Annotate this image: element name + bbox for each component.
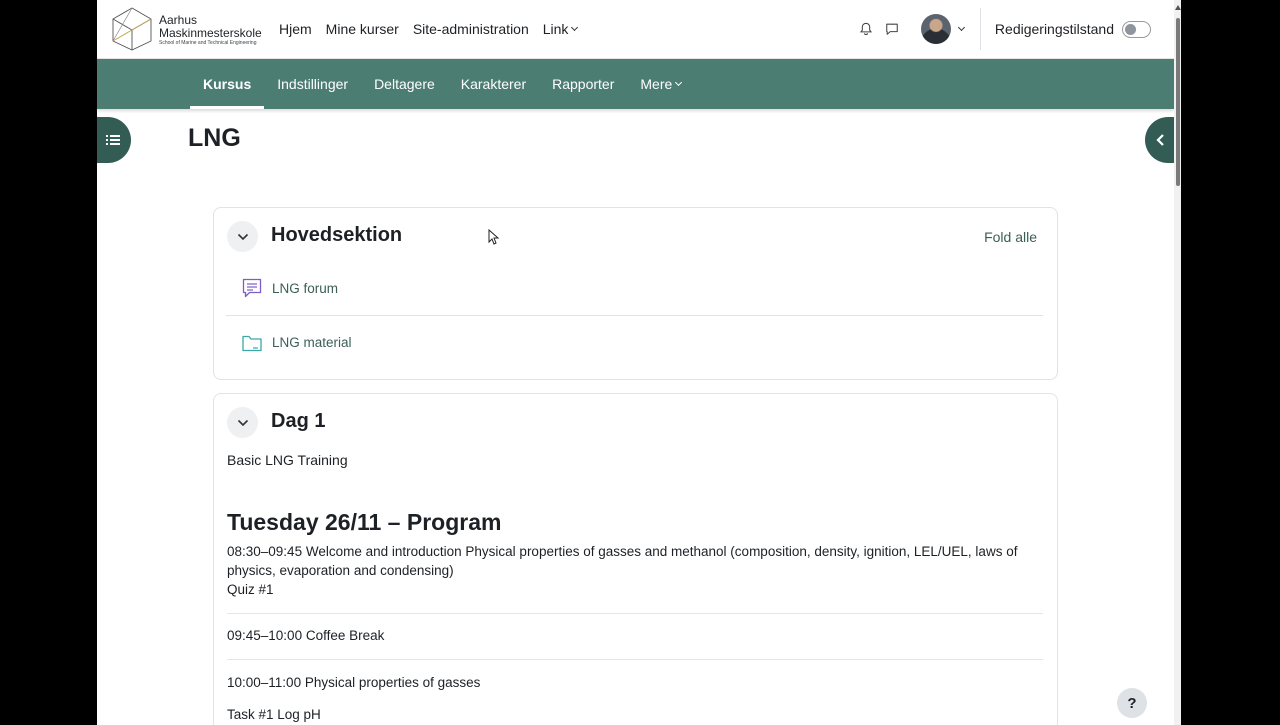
help-button[interactable]: ? — [1117, 688, 1147, 718]
section-collapse-button[interactable] — [227, 407, 258, 438]
activity-link[interactable]: LNG forum — [272, 281, 338, 296]
tab-mere-label: Mere — [640, 76, 673, 92]
section-title: Hovedsektion — [271, 224, 403, 246]
edit-mode-toggle[interactable] — [1122, 20, 1151, 38]
user-menu-chevron-icon[interactable] — [957, 23, 965, 31]
tab-indstillinger[interactable]: Indstillinger — [264, 59, 361, 109]
chevron-down-icon — [675, 78, 683, 86]
tab-kursus[interactable]: Kursus — [190, 59, 265, 109]
nav-link-dropdown[interactable]: Link — [542, 21, 579, 37]
list-icon — [106, 135, 120, 145]
bell-icon — [859, 22, 872, 36]
chevron-down-icon — [571, 23, 579, 31]
top-navbar: Aarhus Maskinmesterskole School of Marin… — [97, 0, 1174, 59]
section-summary: Basic LNG Training — [227, 452, 348, 468]
folder-icon — [240, 331, 264, 355]
logo-line3: School of Marine and Technical Engineeri… — [159, 40, 257, 46]
scrollbar-thumb[interactable] — [1176, 18, 1180, 186]
tab-deltagere[interactable]: Deltagere — [361, 59, 448, 109]
avatar[interactable] — [920, 14, 951, 44]
program-item-sub: Task #1 Log pH — [227, 707, 321, 722]
messages-button[interactable] — [879, 16, 905, 42]
logo-line2: Maskinmesterskole — [159, 26, 262, 40]
course-index-drawer-button[interactable] — [97, 117, 131, 163]
nav-mine-kurser[interactable]: Mine kurser — [326, 21, 399, 37]
user-area: Redigeringstilstand — [853, 0, 1174, 58]
program-item-text: 08:30–09:45 Welcome and introduction Phy… — [227, 544, 1018, 578]
course-section: Hovedsektion Fold alle LNG forum LNG mat… — [213, 207, 1058, 380]
chevron-left-icon — [1156, 134, 1164, 146]
edit-mode-label: Redigeringstilstand — [994, 21, 1114, 37]
program-title: Tuesday 26/11 – Program — [227, 509, 502, 535]
tab-rapporter[interactable]: Rapporter — [539, 59, 627, 109]
program-item: 09:45–10:00 Coffee Break — [227, 628, 385, 643]
divider — [227, 659, 1043, 660]
section-title: Dag 1 — [271, 410, 326, 432]
course-secondary-nav: Kursus Indstillinger Deltagere Karaktere… — [97, 59, 1174, 109]
logo-cube-icon — [112, 7, 152, 51]
forum-icon — [240, 276, 264, 300]
nav-site-administration[interactable]: Site-administration — [413, 21, 529, 37]
activity-link[interactable]: LNG material — [272, 335, 352, 350]
notifications-button[interactable] — [853, 16, 879, 42]
divider — [227, 613, 1043, 614]
activity-forum[interactable]: LNG forum — [226, 261, 1043, 315]
logo-line1: Aarhus — [159, 13, 198, 27]
chevron-down-icon — [237, 419, 248, 426]
mouse-cursor-icon — [488, 229, 500, 245]
program-item: 08:30–09:45 Welcome and introduction Phy… — [227, 542, 1043, 599]
program-item-sub: Quiz #1 — [227, 582, 274, 597]
fold-all-link[interactable]: Fold alle — [984, 229, 1037, 245]
page: Aarhus Maskinmesterskole School of Marin… — [97, 0, 1181, 725]
page-title: LNG — [188, 124, 241, 152]
nav-link-label: Link — [542, 21, 569, 37]
chevron-down-icon — [237, 233, 248, 240]
divider — [979, 8, 981, 50]
section-collapse-button[interactable] — [227, 221, 258, 252]
course-section: Dag 1 Basic LNG Training Tuesday 26/11 –… — [213, 393, 1058, 725]
primary-nav: Hjem Mine kurser Site-administration Lin… — [279, 0, 591, 58]
tab-mere[interactable]: Mere — [627, 59, 694, 109]
activity-folder[interactable]: LNG material — [226, 315, 1043, 369]
site-logo[interactable]: Aarhus Maskinmesterskole School of Marin… — [109, 6, 262, 52]
tab-karakterer[interactable]: Karakterer — [448, 59, 539, 109]
scroll-up-arrow-icon[interactable] — [1175, 5, 1181, 10]
chat-icon — [886, 23, 898, 35]
program-item: 10:00–11:00 Physical properties of gasse… — [227, 675, 481, 690]
nav-hjem[interactable]: Hjem — [279, 21, 312, 37]
